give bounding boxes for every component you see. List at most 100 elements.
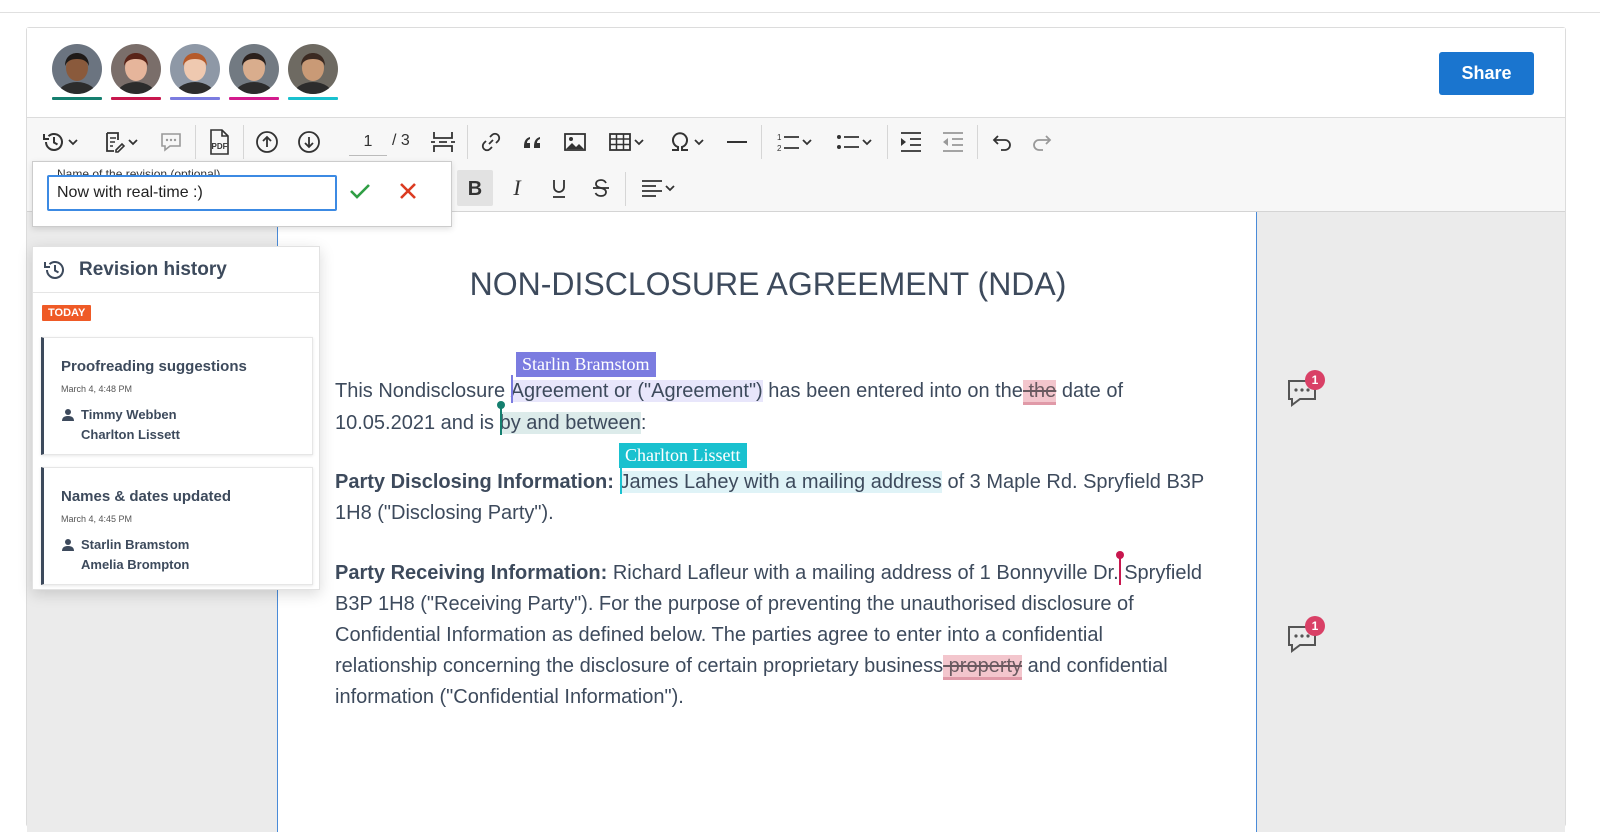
arrow-up-circle-icon [254, 129, 280, 155]
top-divider [0, 12, 1600, 13]
user-caret-starlin [510, 375, 513, 403]
chevron-down-icon [127, 137, 139, 147]
track-changes-button[interactable] [93, 124, 147, 160]
bulleted-list-button[interactable] [827, 124, 881, 160]
revision-history-header: Revision history [33, 247, 319, 293]
redo-button[interactable] [1025, 124, 1061, 160]
revision-date: March 4, 4:45 PM [61, 514, 133, 524]
avatar-underline [288, 97, 338, 100]
avatar[interactable] [52, 44, 102, 94]
share-button[interactable]: Share [1439, 52, 1534, 95]
cancel-revision-name-button[interactable] [391, 176, 425, 210]
comment-thread-marker[interactable]: 1 [1283, 616, 1325, 658]
history-icon [41, 129, 67, 155]
chevron-down-icon [693, 137, 705, 147]
caret-dot [496, 401, 505, 409]
avatar[interactable] [111, 44, 161, 94]
page-break-icon [429, 129, 457, 155]
chevron-down-icon [861, 137, 873, 147]
link-button[interactable] [473, 124, 509, 160]
selected-text: James Lahey with a mailing address [619, 471, 942, 493]
pdf-icon: PDF [206, 128, 232, 156]
avatar[interactable] [170, 44, 220, 94]
caret-dot [1115, 551, 1124, 559]
block-quote-button[interactable] [515, 124, 551, 160]
toolbar-separator [243, 125, 244, 159]
user-caret-charlton [619, 466, 622, 494]
close-icon [396, 179, 420, 208]
toolbar-separator [761, 125, 762, 159]
history-icon [42, 257, 68, 288]
underline-button[interactable] [541, 170, 577, 206]
revision-history-panel: Revision history TODAY Proofreading sugg… [32, 246, 320, 590]
text-run: has been entered into on the [762, 380, 1023, 402]
increase-indent-button[interactable] [893, 124, 929, 160]
chevron-down-icon [801, 137, 813, 147]
document-title: NON-DISCLOSURE AGREEMENT (NDA) [469, 266, 1067, 302]
text-alignment-button[interactable] [631, 170, 685, 206]
svg-text:I: I [512, 177, 522, 199]
insert-table-button[interactable] [599, 124, 653, 160]
avatar[interactable] [288, 44, 338, 94]
toolbar-separator [977, 125, 978, 159]
revision-name: Names & dates updated [61, 488, 232, 505]
align-left-icon [640, 177, 664, 199]
user-icon [61, 538, 75, 552]
numbered-list-icon: 12 [775, 129, 801, 155]
edit-document-icon [101, 129, 127, 155]
editor-header: Share [27, 28, 1565, 118]
revision-item[interactable]: Proofreading suggestions March 4, 4:48 P… [41, 337, 313, 455]
user-label-starlin: Starlin Bramstom [516, 352, 656, 377]
previous-page-button[interactable] [249, 124, 285, 160]
omega-icon [667, 129, 693, 155]
revision-item[interactable]: Names & dates updated March 4, 4:45 PM S… [41, 467, 313, 585]
party-receiving-label: Party Receiving Information: [335, 562, 608, 584]
undo-icon [988, 129, 1014, 155]
horizontal-line-button[interactable] [719, 124, 755, 160]
bold-button[interactable]: B [457, 170, 493, 206]
underline-icon [548, 177, 570, 199]
page-break-button[interactable] [425, 124, 461, 160]
text-run: Richard Lafleur with a mailing address o… [607, 562, 1119, 584]
insert-image-button[interactable] [557, 124, 593, 160]
strikethrough-button[interactable] [583, 170, 619, 206]
italic-button[interactable]: I [499, 170, 535, 206]
user-icon [61, 408, 75, 422]
avatar-underline [111, 97, 161, 100]
avatar-underline [52, 97, 102, 100]
outdent-icon [940, 129, 966, 155]
next-page-button[interactable] [291, 124, 327, 160]
save-revision-name-button[interactable] [343, 176, 377, 210]
page-number-input[interactable]: 1 [349, 128, 387, 156]
avatar-underline [229, 97, 279, 100]
paragraph-disclosing-party: Party Disclosing Information: James Lahe… [335, 466, 1205, 529]
table-icon [607, 129, 633, 155]
revision-name-input[interactable] [47, 175, 337, 211]
suggestion-deletion[interactable]: the [1022, 380, 1057, 405]
revision-history-dropdown-button[interactable] [33, 124, 87, 160]
italic-icon: I [506, 177, 528, 199]
comment-button[interactable] [153, 124, 189, 160]
horizontal-line-icon [724, 129, 750, 155]
suggestion-deletion[interactable]: property [943, 655, 1023, 680]
numbered-list-button[interactable]: 12 [767, 124, 821, 160]
redo-icon [1030, 129, 1056, 155]
bulleted-list-icon [835, 129, 861, 155]
revision-author: Amelia Brompton [81, 557, 190, 572]
selected-text: Agreement or ("Agreement") [510, 380, 763, 402]
comment-thread-marker[interactable]: 1 [1283, 370, 1325, 412]
toolbar-separator [887, 125, 888, 159]
avatar[interactable] [229, 44, 279, 94]
quote-icon [520, 129, 546, 155]
export-pdf-button[interactable]: PDF [201, 124, 237, 160]
special-characters-button[interactable] [659, 124, 713, 160]
strikethrough-icon [590, 177, 612, 199]
document-page[interactable]: NON-DISCLOSURE AGREEMENT (NDA) This Nond… [277, 212, 1257, 832]
svg-text:B: B [468, 178, 482, 199]
undo-button[interactable] [983, 124, 1019, 160]
party-disclosing-label: Party Disclosing Information: [335, 471, 614, 493]
chevron-down-icon [633, 137, 645, 147]
selected-text: by and between [499, 412, 641, 434]
decrease-indent-button[interactable] [935, 124, 971, 160]
arrow-down-circle-icon [296, 129, 322, 155]
